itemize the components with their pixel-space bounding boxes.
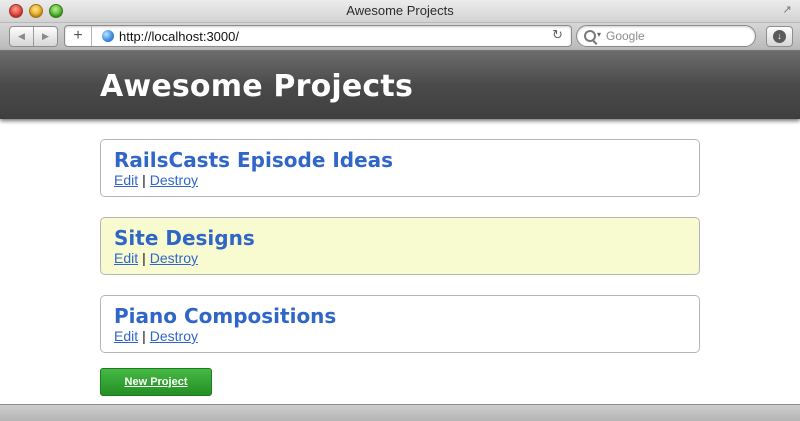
downloads-button[interactable]: ↓ — [766, 26, 793, 47]
destroy-link[interactable]: Destroy — [150, 328, 198, 344]
edit-link[interactable]: Edit — [114, 328, 138, 344]
search-placeholder[interactable]: Google — [606, 29, 645, 43]
project-title: Piano Compositions — [114, 304, 337, 328]
project-item: RailsCasts Episode Ideas Edit | Destroy — [100, 139, 700, 197]
project-list: RailsCasts Episode Ideas Edit | Destroy Si… — [100, 139, 700, 373]
project-title: Site Designs — [114, 226, 255, 250]
edit-link[interactable]: Edit — [114, 172, 138, 188]
page-title: Awesome Projects — [100, 69, 413, 104]
reload-icon[interactable]: ↻ — [552, 27, 563, 43]
project-item: Piano Compositions Edit | Destroy — [100, 295, 700, 353]
action-separator: | — [142, 250, 146, 266]
project-title: RailsCasts Episode Ideas — [114, 148, 394, 172]
add-bookmark-icon[interactable]: + — [65, 26, 92, 46]
download-icon: ↓ — [773, 30, 786, 43]
search-options-caret-icon[interactable]: ▾ — [597, 30, 601, 39]
url-input[interactable]: http://localhost:3000/ — [119, 29, 239, 44]
project-item-highlighted: Site Designs Edit | Destroy — [100, 217, 700, 275]
browser-toolbar: ◀ ▶ + http://localhost:3000/ ↻ ▾ Google … — [0, 23, 800, 51]
search-field[interactable]: ▾ Google — [576, 25, 756, 47]
fullscreen-icon[interactable]: ↗ — [780, 3, 794, 17]
edit-link[interactable]: Edit — [114, 250, 138, 266]
destroy-link[interactable]: Destroy — [150, 250, 198, 266]
forward-arrow-icon[interactable]: ▶ — [33, 27, 57, 46]
action-separator: | — [142, 328, 146, 344]
project-actions: Edit | Destroy — [114, 250, 686, 267]
project-actions: Edit | Destroy — [114, 172, 686, 189]
window-titlebar: Awesome Projects ↗ — [0, 0, 800, 23]
action-separator: | — [142, 172, 146, 188]
window-title: Awesome Projects — [346, 3, 454, 18]
project-actions: Edit | Destroy — [114, 328, 686, 345]
back-forward-buttons: ◀ ▶ — [9, 26, 58, 47]
back-arrow-icon[interactable]: ◀ — [10, 27, 33, 46]
address-bar[interactable]: + http://localhost:3000/ ↻ — [64, 25, 572, 47]
site-header: Awesome Projects — [0, 51, 800, 119]
globe-icon — [102, 30, 114, 42]
status-bar — [0, 404, 800, 421]
search-icon[interactable] — [584, 30, 596, 42]
destroy-link[interactable]: Destroy — [150, 172, 198, 188]
new-project-button[interactable]: New Project — [100, 368, 212, 396]
